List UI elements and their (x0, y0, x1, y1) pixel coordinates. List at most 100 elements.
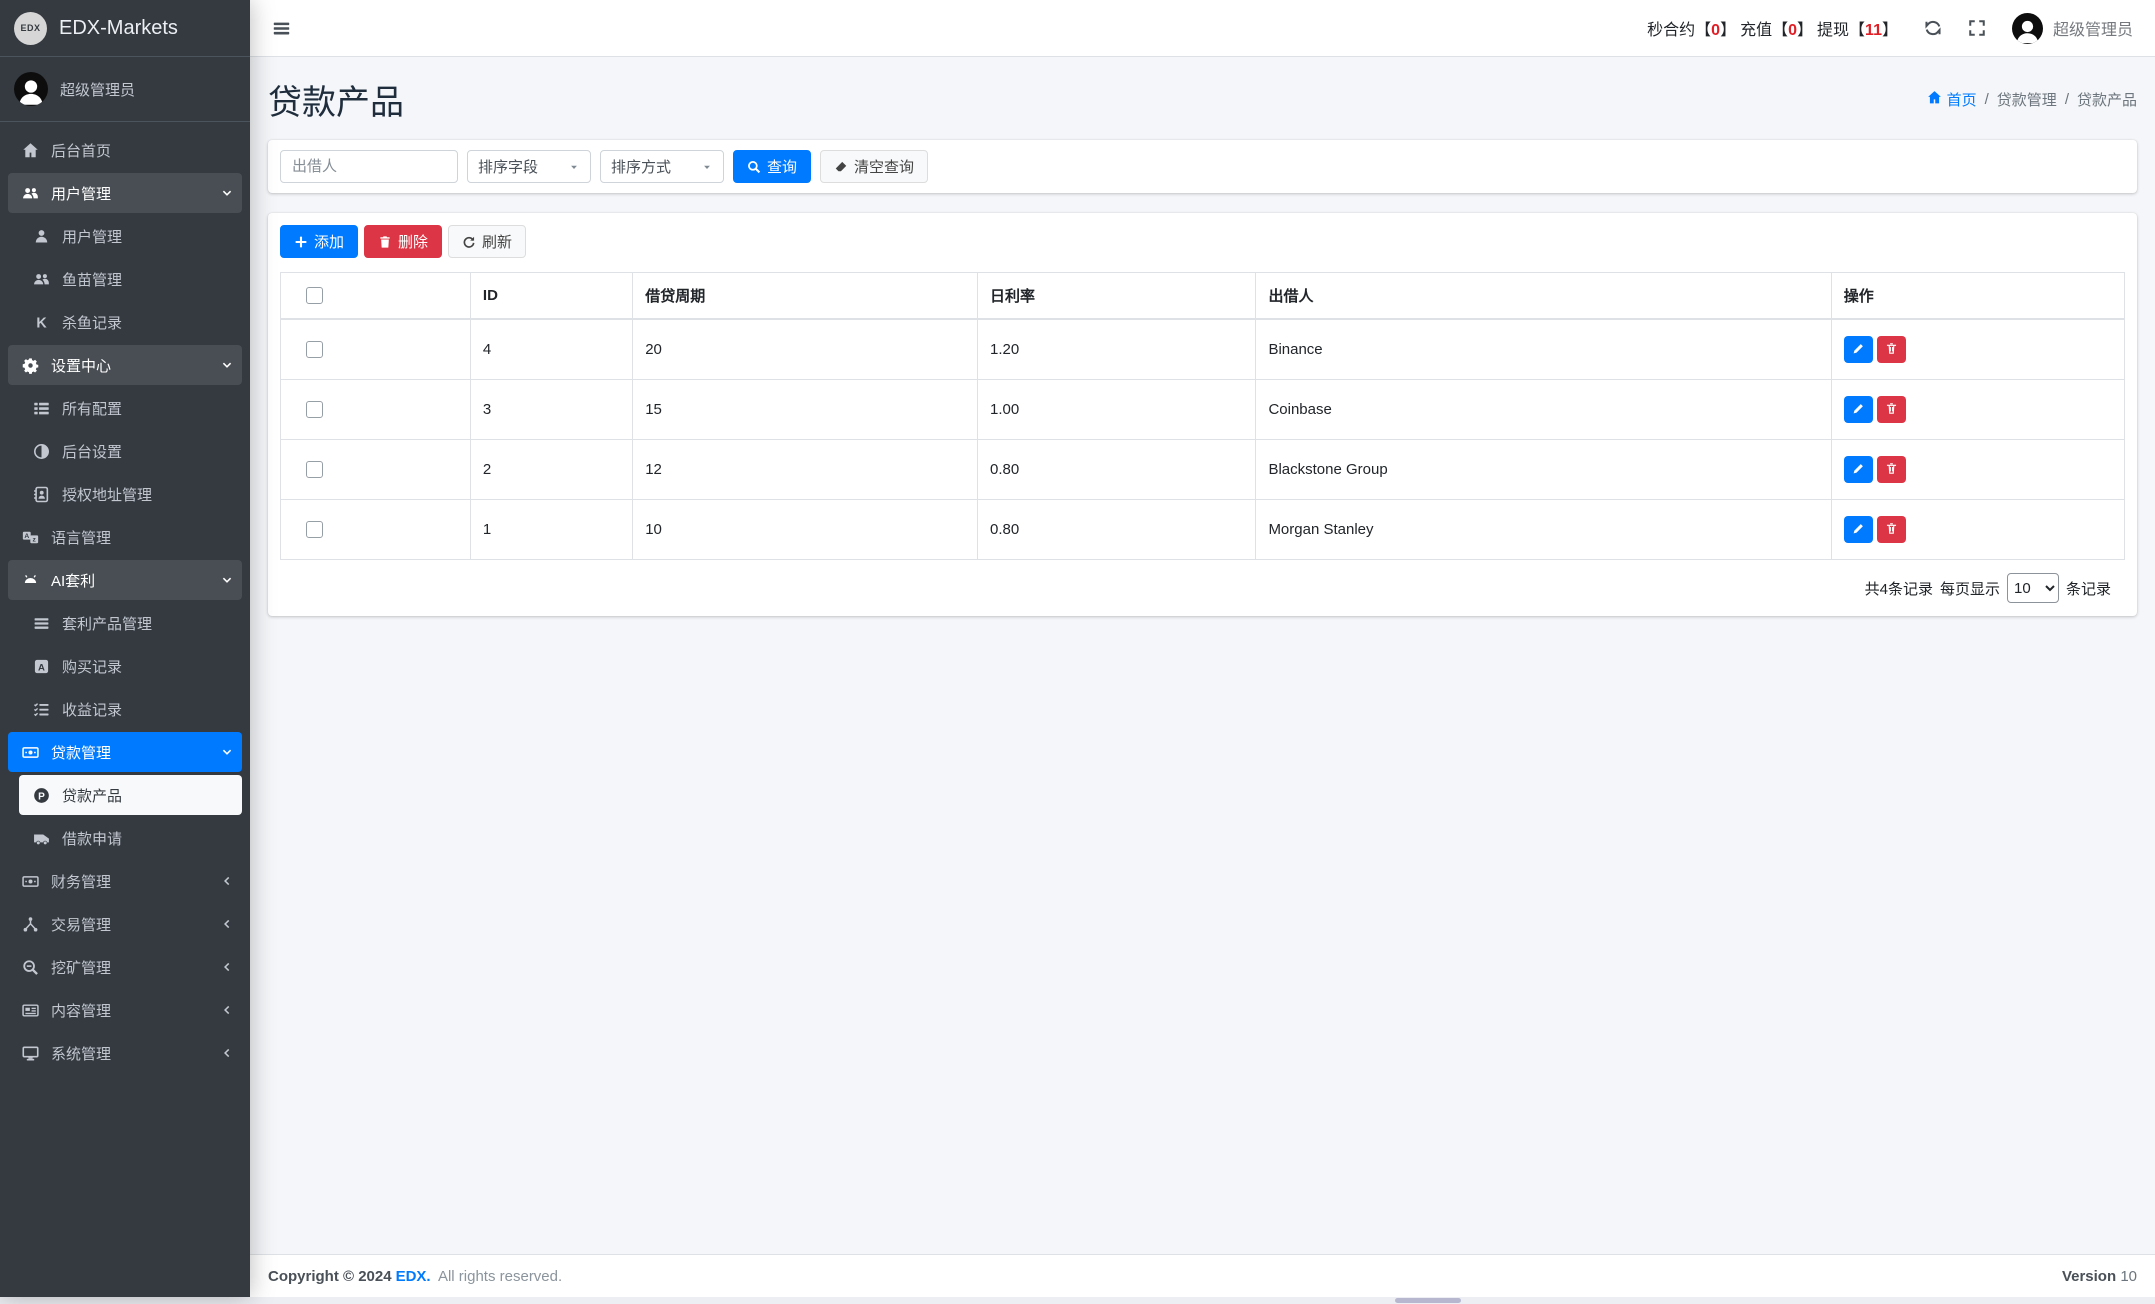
sidebar-item-label: 挖矿管理 (51, 959, 112, 977)
sidebar-item-ai-arbitrage[interactable]: AI套利 (8, 560, 242, 600)
per-page-suffix: 条记录 (2065, 580, 2111, 598)
sidebar-item-kill-fish-records[interactable]: K 杀鱼记录 (19, 302, 242, 342)
delete-button[interactable]: 删除 (364, 225, 443, 258)
pencil-icon (1852, 462, 1865, 478)
edit-button[interactable] (1843, 396, 1873, 423)
breadcrumb-item: 贷款产品 (2076, 92, 2137, 109)
delete-row-button[interactable] (1876, 516, 1906, 543)
sidebar-item-trade-management[interactable]: 交易管理 (8, 904, 242, 944)
users-icon (28, 271, 55, 288)
table-row: 2 12 0.80 Blackstone Group (280, 439, 2126, 500)
filter-card: 排序字段 排序方式 查询 清空查询 (268, 140, 2137, 193)
lender-search-input[interactable] (280, 150, 458, 183)
language-icon: Az (17, 529, 44, 546)
sidebar-item-loan-applications[interactable]: 借款申请 (19, 818, 242, 858)
sidebar-toggle-icon[interactable] (272, 19, 291, 38)
sidebar-item-all-configs[interactable]: 所有配置 (19, 388, 242, 428)
delete-row-button[interactable] (1876, 336, 1906, 363)
search-button[interactable]: 查询 (733, 150, 812, 183)
table-row: 4 20 1.20 Binance (280, 318, 2126, 380)
breadcrumb-home-link[interactable]: 首页 (1927, 89, 1977, 110)
bars-icon (28, 615, 55, 632)
row-checkbox[interactable] (306, 401, 323, 418)
sidebar-item-label: 系统管理 (51, 1045, 112, 1063)
chevron-left-icon (221, 875, 233, 887)
cell-period: 10 (632, 499, 978, 560)
column-header: 借贷周期 (632, 272, 978, 320)
sidebar-item-profit-records[interactable]: 收益记录 (19, 689, 242, 729)
select-all-checkbox[interactable] (306, 287, 323, 304)
edit-button[interactable] (1843, 336, 1873, 363)
sidebar-item-purchase-records[interactable]: A 购买记录 (19, 646, 242, 686)
cell-period: 20 (632, 318, 978, 380)
breadcrumb-item: 贷款管理 (1996, 92, 2057, 109)
search-icon (747, 160, 761, 174)
sidebar-item-dashboard[interactable]: 后台首页 (8, 130, 242, 170)
clear-search-button[interactable]: 清空查询 (820, 150, 929, 183)
cell-period: 12 (632, 439, 978, 500)
sidebar-item-loan-management[interactable]: 贷款管理 (8, 732, 242, 772)
sidebar-item-language-management[interactable]: Az 语言管理 (8, 517, 242, 557)
pagination: 共4条记录 每页显示 10 条记录 (280, 560, 2125, 616)
footer-brand-link[interactable]: EDX. (396, 1268, 431, 1285)
loan-products-table: ID 借贷周期 日利率 出借人 操作 4 20 1.20 Binance 3 15 1.00 Coin… (280, 272, 2126, 560)
svg-text:P: P (38, 791, 45, 802)
edit-button[interactable] (1843, 516, 1873, 543)
refresh-button[interactable]: 刷新 (448, 225, 527, 258)
brand[interactable]: EDX EDX-Markets (0, 0, 250, 57)
stat-秒合约[interactable]: 秒合约【0】 (1647, 16, 1736, 40)
sidebar-item-auth-address-management[interactable]: 授权地址管理 (19, 474, 242, 514)
refresh-icon[interactable] (1924, 19, 1942, 37)
sidebar-item-backend-settings[interactable]: 后台设置 (19, 431, 242, 471)
sidebar-item-finance-management[interactable]: 财务管理 (8, 861, 242, 901)
cell-actions (1830, 379, 2126, 440)
sidebar-item-system-management[interactable]: 系统管理 (8, 1033, 242, 1073)
trash-icon (1885, 342, 1898, 358)
caret-down-icon (568, 161, 580, 173)
sidebar-item-label: 贷款产品 (62, 787, 123, 805)
cell-actions (1830, 499, 2126, 560)
per-page-select[interactable]: 10 (2006, 573, 2059, 603)
plus-icon (294, 235, 308, 249)
a-square-icon: A (28, 658, 55, 675)
add-button[interactable]: 添加 (280, 225, 359, 258)
sidebar-item-label: 鱼苗管理 (62, 271, 123, 289)
branch-icon (17, 916, 44, 933)
row-checkbox[interactable] (306, 341, 323, 358)
navbar-avatar[interactable] (2011, 12, 2043, 44)
delete-row-button[interactable] (1876, 396, 1906, 423)
cell-id: 1 (469, 499, 634, 560)
fullscreen-icon[interactable] (1968, 19, 1986, 37)
sidebar-item-user-management[interactable]: 用户管理 (8, 173, 242, 213)
breadcrumb-separator: / (2064, 91, 2069, 108)
stat-提现[interactable]: 提现【11】 (1817, 16, 1898, 40)
sidebar-item-loan-products[interactable]: P 贷款产品 (19, 775, 242, 815)
sidebar-item-users[interactable]: 用户管理 (19, 216, 242, 256)
records-total: 共4条记录 (1864, 580, 1933, 598)
column-header: ID (469, 272, 634, 320)
sort-order-select[interactable]: 排序方式 (600, 150, 724, 183)
scrollbar-thumb[interactable] (1395, 1298, 1461, 1303)
notification-stats: 秒合约【0】 充值【0】 提现【11】 (1643, 16, 1898, 40)
horizontal-scrollbar[interactable] (0, 1297, 2155, 1304)
stat-label: 提现【 (1817, 22, 1866, 39)
sidebar-item-arbitrage-product-management[interactable]: 套利产品管理 (19, 603, 242, 643)
stat-充值[interactable]: 充值【0】 (1740, 16, 1813, 40)
sidebar-item-mining-management[interactable]: 挖矿管理 (8, 947, 242, 987)
edit-button[interactable] (1843, 456, 1873, 483)
sidebar-item-label: 贷款管理 (51, 744, 112, 762)
chevron-down-icon (221, 359, 233, 371)
delete-row-button[interactable] (1876, 456, 1906, 483)
adjust-icon (28, 443, 55, 460)
chevron-left-icon (221, 918, 233, 930)
pencil-icon (1852, 522, 1865, 538)
user-avatar[interactable] (14, 72, 48, 106)
row-checkbox[interactable] (306, 521, 323, 538)
cell-period: 15 (632, 379, 978, 440)
sidebar-item-fry-management[interactable]: 鱼苗管理 (19, 259, 242, 299)
sidebar-item-settings-center[interactable]: 设置中心 (8, 345, 242, 385)
row-checkbox[interactable] (306, 461, 323, 478)
sort-field-select[interactable]: 排序字段 (467, 150, 591, 183)
sidebar-item-label: 后台设置 (62, 443, 123, 461)
sidebar-item-content-management[interactable]: 内容管理 (8, 990, 242, 1030)
